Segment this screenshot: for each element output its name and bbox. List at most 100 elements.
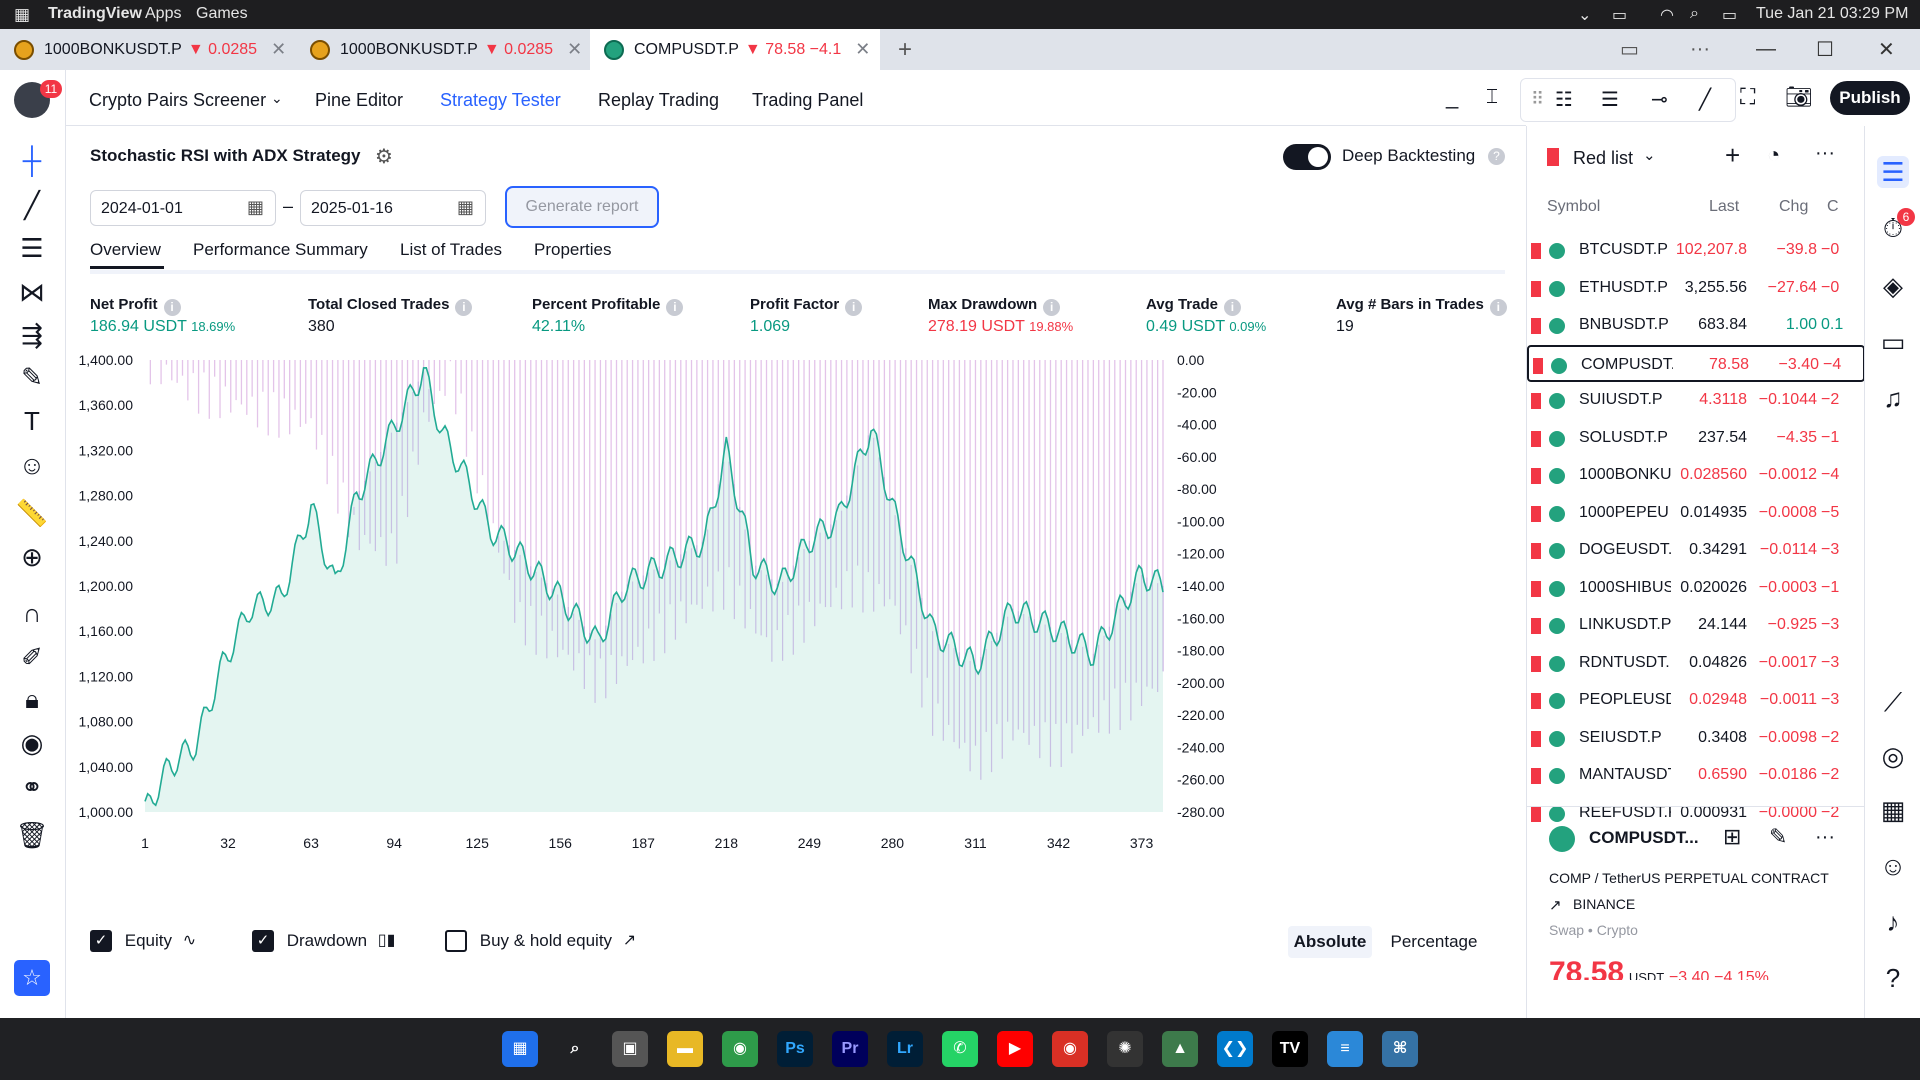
legend-equity[interactable]: ✓ Equity ∿	[90, 930, 196, 952]
fib-icon[interactable]: ☰	[14, 233, 50, 263]
equity-drawdown-chart[interactable]: 1,400.00 1,360.00 1,320.00 1,280.00 1,240.00…	[70, 350, 1510, 890]
trendline-icon[interactable]: ╱	[14, 190, 50, 220]
layout-icon[interactable]: ▭	[1620, 29, 1639, 70]
prediction-icon[interactable]: ⇶	[14, 320, 50, 350]
watchlist-icon[interactable]: ☰	[1877, 156, 1909, 188]
calendar-icon[interactable]: ▦	[247, 197, 264, 218]
brush-icon[interactable]: ✎	[14, 362, 50, 392]
pie-chart-icon[interactable]: ◔	[1767, 142, 1780, 168]
minimize-panel-icon[interactable]: _	[1446, 84, 1458, 110]
col-last[interactable]: Last	[1709, 198, 1739, 216]
grid-icon[interactable]: ⊞	[1723, 824, 1741, 850]
help-icon[interactable]: ?	[1877, 962, 1909, 994]
more-icon[interactable]: ···	[1815, 142, 1835, 165]
photoshop-icon[interactable]: Ps	[777, 1031, 813, 1067]
percentage-button[interactable]: Percentage	[1384, 926, 1484, 958]
menu-replay-trading[interactable]: Replay Trading	[598, 90, 719, 111]
checkbox-unchecked-icon[interactable]	[445, 930, 467, 952]
date-to-field[interactable]: 2025-01-16 ▦	[300, 190, 486, 226]
absolute-button[interactable]: Absolute	[1288, 926, 1372, 958]
task-view-icon[interactable]: ▣	[612, 1031, 648, 1067]
watchlist-row[interactable]: BNBUSDT.P 683.84 1.00 0.1	[1527, 307, 1865, 344]
chevron-down-icon[interactable]: ⌄	[1643, 146, 1656, 164]
expand-panel-icon[interactable]: ⌶	[1486, 86, 1498, 109]
watchlist-row[interactable]: 1000BONKU 0.028560 −0.0012 −4	[1527, 457, 1865, 494]
lock-icon[interactable]: 🔒︎	[14, 684, 50, 714]
close-icon[interactable]: ✕	[855, 39, 870, 60]
generate-report-button[interactable]: Generate report	[505, 186, 659, 228]
lightroom-icon[interactable]: Lr	[887, 1031, 923, 1067]
windows-grid-icon[interactable]: ▦	[14, 5, 30, 25]
watchlist-row[interactable]: DOGEUSDT. 0.34291 −0.0114 −3	[1527, 532, 1865, 569]
zoom-icon[interactable]: ⊕	[14, 542, 50, 572]
info-icon[interactable]: i	[845, 299, 863, 316]
watchlist-row[interactable]: PEOPLEUSD 0.02948 −0.0011 −3	[1527, 682, 1865, 719]
chrome-alt-icon[interactable]: ◉	[1052, 1031, 1088, 1067]
more-icon[interactable]: ···	[1815, 826, 1835, 849]
menu-trading-panel[interactable]: Trading Panel	[752, 90, 863, 111]
windows-start-icon[interactable]: ▦	[502, 1031, 538, 1067]
premiere-icon[interactable]: Pr	[832, 1031, 868, 1067]
eye-icon[interactable]: ◉	[14, 728, 50, 758]
watchlist-row[interactable]: 1000PEPEU 0.014935 −0.0008 −5	[1527, 495, 1865, 532]
col-chg[interactable]: Chg	[1779, 198, 1808, 216]
watchlist-row[interactable]: COMPUSDT. 78.58 −3.40 −4	[1527, 344, 1865, 382]
deep-backtesting-toggle[interactable]	[1283, 144, 1331, 170]
drag-handle-icon[interactable]: ⠿	[1531, 89, 1544, 110]
tab-performance-summary[interactable]: Performance Summary	[193, 240, 368, 260]
pitchfork-icon[interactable]: ⟋	[1877, 686, 1909, 718]
chevron-down-icon[interactable]: ⌄	[1578, 5, 1591, 25]
info-icon[interactable]: i	[666, 299, 684, 316]
python-icon[interactable]: ⌘	[1382, 1031, 1418, 1067]
chatgpt-icon[interactable]: ✺	[1107, 1031, 1143, 1067]
publish-button[interactable]: Publish	[1830, 81, 1910, 115]
close-icon[interactable]: ✕	[567, 39, 582, 60]
tab-overview[interactable]: Overview	[90, 240, 161, 260]
tab-list-of-trades[interactable]: List of Trades	[400, 240, 502, 260]
watchlist-row[interactable]: ETHUSDT.P 3,255.56 −27.64 −0	[1527, 270, 1865, 307]
bell-icon[interactable]: ♫	[1877, 382, 1909, 414]
youtube-icon[interactable]: ▶	[997, 1031, 1033, 1067]
text-icon[interactable]: T	[14, 406, 50, 436]
watchlist-row[interactable]: LINKUSDT.P 24.144 −0.925 −3	[1527, 607, 1865, 644]
more-icon[interactable]: ···	[1690, 29, 1710, 70]
draw-line-icon[interactable]: ╱	[1699, 87, 1711, 112]
watchlist-row[interactable]: BTCUSDT.P 102,207.8 −39.8 −0	[1527, 232, 1865, 269]
col-chp[interactable]: C	[1827, 198, 1839, 216]
settings-lines-icon[interactable]: ☰	[1601, 87, 1619, 112]
community-icon[interactable]: ☺	[1877, 850, 1909, 882]
emoji-icon[interactable]: ☺	[14, 450, 50, 480]
fullscreen-icon[interactable]: ⛶	[1740, 84, 1755, 110]
app-icon[interactable]: ▲	[1162, 1031, 1198, 1067]
info-icon[interactable]: i	[1043, 299, 1061, 316]
filter-icon[interactable]: ☷	[1555, 87, 1573, 112]
menu-pine-editor[interactable]: Pine Editor	[315, 90, 403, 111]
link-icon[interactable]: ⚭	[14, 772, 50, 802]
info-icon[interactable]: i	[455, 299, 473, 316]
watchlist-title[interactable]: Red list	[1573, 148, 1633, 169]
close-icon[interactable]: ✕	[271, 39, 286, 60]
edit-icon[interactable]: ✎	[1769, 824, 1787, 850]
vscode-icon[interactable]: ❮❯	[1217, 1031, 1253, 1067]
new-tab-plus-icon[interactable]: +	[898, 29, 912, 70]
settings-gear-icon[interactable]: ⚙	[375, 144, 393, 169]
watchlist-row[interactable]: SUIUSDT.P 4.3118 −0.1044 −2	[1527, 382, 1865, 419]
chat-icon[interactable]: ▭	[1877, 326, 1909, 358]
magnet-icon[interactable]: ∩	[14, 598, 50, 628]
pencil-lock-icon[interactable]: ✐	[14, 642, 50, 672]
add-symbol-icon[interactable]: +	[1725, 140, 1740, 171]
minimize-icon[interactable]: —	[1756, 29, 1776, 70]
tab-1000bonk-2[interactable]: 1000BONKUSDT.P ▼ 0.0285 ✕	[310, 29, 586, 70]
info-icon[interactable]: i	[1489, 299, 1507, 316]
watchlist-row[interactable]: MANTAUSDT 0.6590 −0.0186 −2	[1527, 757, 1865, 794]
maximize-icon[interactable]: ☐	[1816, 29, 1834, 70]
search-icon[interactable]: ⌕	[557, 1031, 593, 1067]
notifications-icon[interactable]: ♪	[1877, 906, 1909, 938]
pattern-icon[interactable]: ⋈	[14, 277, 50, 307]
tab-properties[interactable]: Properties	[534, 240, 611, 260]
date-from-field[interactable]: 2024-01-01 ▦	[90, 190, 276, 226]
line-node-icon[interactable]: ⊸	[1651, 87, 1668, 112]
checkbox-checked-icon[interactable]: ✓	[252, 930, 274, 952]
info-icon[interactable]: i	[163, 299, 181, 316]
camera-icon[interactable]: 📷︎	[1785, 84, 1813, 110]
